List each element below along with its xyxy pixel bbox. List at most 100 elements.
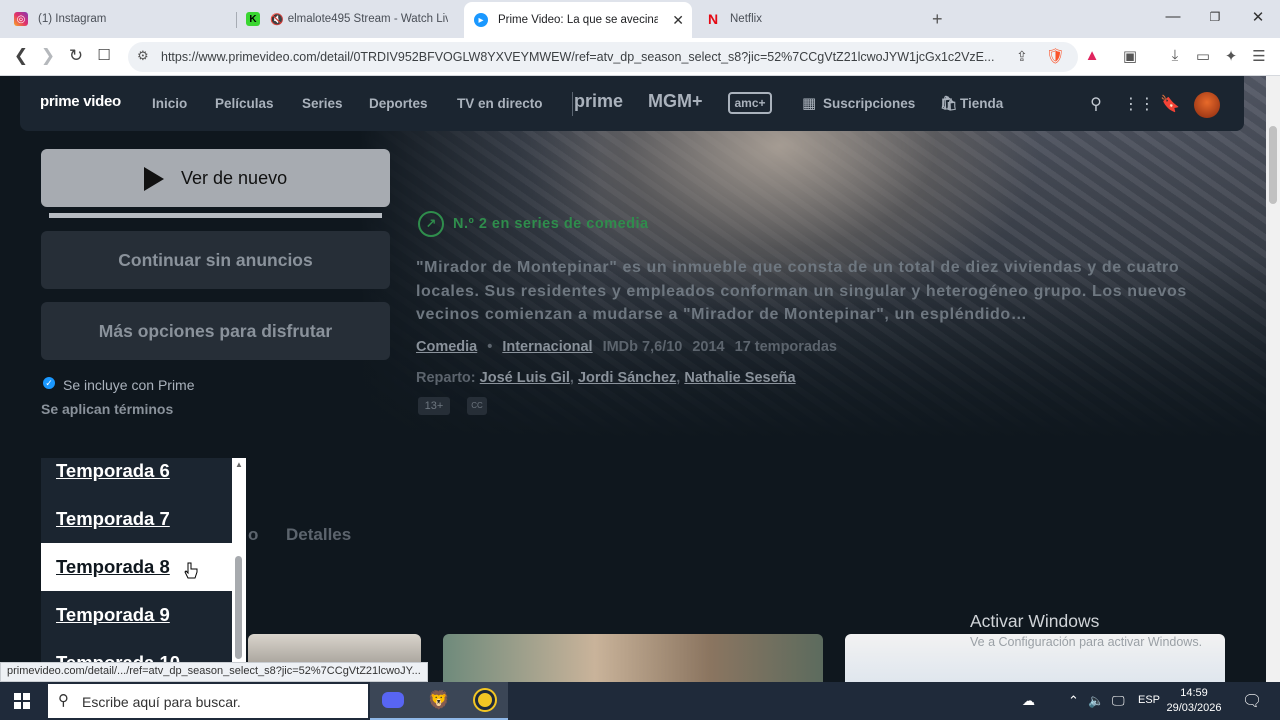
subscriptions-icon: ▦ bbox=[802, 95, 817, 112]
tray-chevron-up-icon[interactable]: ⌃ bbox=[1068, 693, 1079, 709]
page-scrollbar[interactable] bbox=[1266, 76, 1280, 682]
season-option-7[interactable]: Temporada 7 bbox=[41, 495, 232, 543]
app-icon bbox=[473, 688, 497, 712]
clock-date: 29/03/2026 bbox=[1166, 702, 1222, 714]
imdb-rating: IMDb 7,6/10 bbox=[602, 339, 683, 355]
cast-link[interactable]: Nathalie Seseña bbox=[684, 370, 795, 386]
nav-tv-en-directo[interactable]: TV en directo bbox=[457, 96, 543, 111]
nav-inicio[interactable]: Inicio bbox=[152, 96, 187, 111]
weather-icon[interactable]: ☁ bbox=[1022, 693, 1035, 709]
page-scroll-thumb[interactable] bbox=[1269, 126, 1277, 204]
search-icon: ⚲ bbox=[58, 692, 69, 709]
genre-link[interactable]: Comedia bbox=[416, 339, 477, 355]
watermark-subtitle: Ve a Configuración para activar Windows. bbox=[970, 635, 1203, 649]
prime-top-nav: prime video Inicio Películas Series Depo… bbox=[20, 76, 1244, 131]
taskbar-clock[interactable]: 14:59 29/03/2026 bbox=[1166, 686, 1222, 716]
scroll-up-arrow-icon[interactable]: ▲ bbox=[235, 460, 243, 469]
restore-button[interactable]: ❐ bbox=[1205, 10, 1225, 24]
bookmark-icon[interactable]: ☐ bbox=[93, 46, 115, 64]
season-dropdown[interactable]: Temporada 6 Temporada 7 Temporada 8 Temp… bbox=[41, 458, 246, 682]
kick-icon: K bbox=[246, 12, 260, 26]
tab-prime-video[interactable]: ▸ Prime Video: La que se avecina - ✕ bbox=[464, 2, 692, 38]
prime-video-page: prime video Inicio Películas Series Depo… bbox=[0, 76, 1266, 682]
tab-instagram[interactable]: ◎ (1) Instagram bbox=[4, 4, 234, 34]
trending-icon: ↗ bbox=[418, 211, 444, 237]
wallet-icon[interactable]: ▭ bbox=[1193, 47, 1213, 65]
share-icon[interactable]: ⇪ bbox=[1016, 48, 1028, 65]
close-tab-icon[interactable]: ✕ bbox=[672, 12, 684, 29]
tab-kick[interactable]: K 🔇 elmalote495 Stream - Watch Live bbox=[236, 4, 458, 34]
age-rating-badge: 13+ bbox=[418, 397, 450, 415]
nav-series[interactable]: Series bbox=[302, 96, 343, 111]
nav-deportes[interactable]: Deportes bbox=[369, 96, 428, 111]
prime-channel-logo[interactable]: prime bbox=[574, 91, 623, 112]
cast-line: Reparto: José Luis Gil, Jordi Sánchez, N… bbox=[416, 370, 796, 386]
network-icon[interactable]: 🖵 bbox=[1112, 693, 1125, 709]
cast-label: Reparto: bbox=[416, 370, 476, 386]
taskbar-search[interactable]: ⚲ Escribe aquí para buscar. bbox=[48, 684, 368, 718]
amc-channel-logo[interactable]: amc+ bbox=[728, 92, 772, 114]
netflix-icon: N bbox=[707, 11, 719, 27]
synopsis: "Mirador de Montepinar" es un inmueble q… bbox=[416, 259, 1187, 323]
play-again-label: Ver de nuevo bbox=[181, 168, 288, 188]
language-indicator[interactable]: ESP bbox=[1138, 694, 1160, 706]
reload-button[interactable]: ↻ bbox=[65, 46, 87, 66]
downloads-icon[interactable]: ⤓ bbox=[1165, 47, 1185, 64]
profile-avatar[interactable] bbox=[1194, 92, 1220, 118]
rank-text: N.º 2 en series de comedia bbox=[453, 216, 649, 232]
more-options-button[interactable]: Más opciones para disfrutar bbox=[41, 302, 390, 360]
separator-dot: • bbox=[487, 339, 493, 355]
season-option-6[interactable]: Temporada 6 bbox=[41, 458, 232, 495]
terms-link[interactable]: Se aplican términos bbox=[41, 401, 173, 417]
url-text[interactable]: https://www.primevideo.com/detail/0TRDIV… bbox=[161, 50, 1001, 64]
tab-netflix[interactable]: N Netflix bbox=[696, 4, 916, 34]
nav-peliculas[interactable]: Películas bbox=[215, 96, 274, 111]
subtitles-icon: CC bbox=[467, 397, 487, 415]
discord-app[interactable] bbox=[370, 682, 416, 720]
windows-start-icon[interactable] bbox=[14, 693, 30, 709]
search-icon[interactable]: ⚲ bbox=[1086, 94, 1106, 114]
minimize-button[interactable]: — bbox=[1163, 8, 1183, 25]
site-info-icon[interactable]: ⚙ bbox=[137, 48, 149, 64]
nav-suscripciones[interactable]: Suscripciones bbox=[823, 96, 915, 111]
url-bar[interactable]: ⚙ https://www.primevideo.com/detail/0TRD… bbox=[128, 42, 1078, 72]
nav-divider bbox=[572, 92, 573, 116]
new-tab-button[interactable]: + bbox=[932, 9, 943, 30]
notifications-icon[interactable]: 🗨 bbox=[1242, 691, 1262, 711]
windows-taskbar: ⚲ Escribe aquí para buscar. 🦁 ☁ ⌃ 🔈 🖵 ES… bbox=[0, 682, 1280, 720]
leo-ai-icon[interactable]: ✦ bbox=[1221, 47, 1241, 65]
tab-detalles[interactable]: Detalles bbox=[286, 525, 351, 545]
mgm-channel-logo[interactable]: MGM+ bbox=[648, 91, 703, 112]
ad-free-button[interactable]: Continuar sin anuncios bbox=[41, 231, 390, 289]
apps-grid-icon[interactable]: ⋮⋮ bbox=[1123, 94, 1155, 114]
menu-icon[interactable]: ☰ bbox=[1249, 47, 1269, 65]
dropdown-scrollbar[interactable]: ▲ bbox=[232, 458, 246, 682]
muted-speaker-icon[interactable]: 🔇 bbox=[270, 13, 284, 26]
watchlist-bookmark-icon[interactable]: 🔖 bbox=[1160, 94, 1180, 114]
back-button[interactable]: ❮ bbox=[10, 46, 32, 66]
forward-button[interactable]: ❯ bbox=[37, 46, 59, 66]
cast-link[interactable]: José Luis Gil bbox=[480, 370, 570, 386]
prime-video-logo[interactable]: prime video bbox=[40, 93, 121, 110]
brave-rewards-icon[interactable]: ▲ bbox=[1082, 47, 1102, 64]
reading-list-icon[interactable]: ▣ bbox=[1120, 47, 1140, 65]
prime-check-icon: ✓ bbox=[43, 377, 55, 389]
volume-icon[interactable]: 🔈 bbox=[1088, 693, 1104, 709]
brave-app[interactable]: 🦁 bbox=[416, 682, 462, 720]
nav-tienda[interactable]: Tienda bbox=[960, 96, 1003, 111]
brave-shields-icon[interactable]: 🛡 bbox=[1046, 47, 1065, 65]
brave-icon: 🦁 bbox=[427, 689, 451, 710]
clock-time: 14:59 bbox=[1180, 687, 1208, 699]
cast-separator: , bbox=[676, 370, 681, 386]
episode-thumbnail[interactable] bbox=[443, 634, 823, 682]
yellow-app[interactable] bbox=[462, 682, 508, 720]
watch-progress-bar bbox=[49, 213, 382, 218]
close-window-button[interactable]: ✕ bbox=[1248, 8, 1268, 26]
play-again-button[interactable]: Ver de nuevo bbox=[41, 149, 390, 207]
tab-episodes-partial[interactable]: o bbox=[248, 525, 258, 545]
cast-link[interactable]: Jordi Sánchez bbox=[578, 370, 676, 386]
genre-link[interactable]: Internacional bbox=[502, 339, 592, 355]
season-option-8[interactable]: Temporada 8 bbox=[41, 543, 232, 591]
dropdown-scroll-thumb[interactable] bbox=[235, 556, 242, 659]
season-option-9[interactable]: Temporada 9 bbox=[41, 591, 232, 639]
